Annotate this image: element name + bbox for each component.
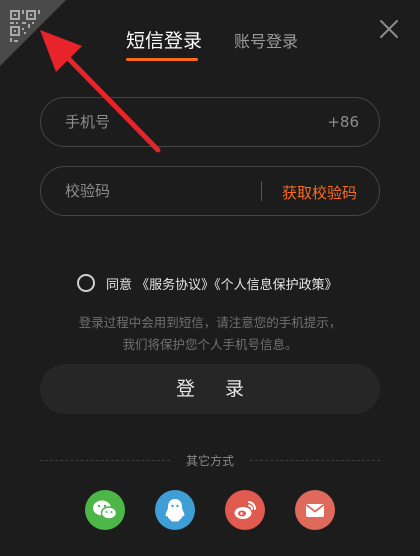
divider-line-right xyxy=(250,460,380,461)
notice-line-1: 登录过程中会用到短信，请注意您的手机提示， xyxy=(78,315,342,330)
service-agreement-link[interactable]: 《服务协议》 xyxy=(136,278,214,293)
country-code[interactable]: +86 xyxy=(327,113,359,131)
verification-code-input[interactable] xyxy=(65,167,265,215)
weibo-icon xyxy=(234,501,257,519)
wechat-login-button[interactable] xyxy=(85,490,125,530)
mail-icon xyxy=(305,504,325,517)
other-methods-divider: 其它方式 xyxy=(40,451,380,469)
qq-icon xyxy=(165,499,185,522)
notice-line-2: 我们将保护您个人手机号信息。 xyxy=(122,337,298,352)
privacy-policy-link[interactable]: 《个人信息保护政策》 xyxy=(214,278,338,293)
agreement-text: 同意 《服务协议》《个人信息保护政策》 xyxy=(106,274,338,293)
agreement-row: 同意 《服务协议》《个人信息保护政策》 xyxy=(0,273,420,293)
phone-field: +86 xyxy=(40,97,380,147)
verification-code-field: 获取校验码 xyxy=(40,166,380,216)
login-tabs: 短信登录 账号登录 xyxy=(0,28,420,68)
email-login-button[interactable] xyxy=(295,490,335,530)
agreement-prefix: 同意 xyxy=(106,278,133,293)
weibo-login-button[interactable] xyxy=(225,490,265,530)
sms-notice: 登录过程中会用到短信，请注意您的手机提示， 我们将保护您个人手机号信息。 xyxy=(0,312,420,356)
wechat-icon xyxy=(93,500,118,520)
phone-input[interactable] xyxy=(65,98,265,146)
tab-sms-login[interactable]: 短信登录 xyxy=(126,26,202,53)
get-code-button[interactable]: 获取校验码 xyxy=(282,182,357,203)
active-tab-indicator xyxy=(126,58,198,61)
login-button[interactable]: 登 录 xyxy=(40,364,380,414)
tab-account-login[interactable]: 账号登录 xyxy=(234,28,298,52)
qq-login-button[interactable] xyxy=(155,490,195,530)
agreement-radio[interactable] xyxy=(77,274,95,292)
field-divider xyxy=(261,181,262,201)
